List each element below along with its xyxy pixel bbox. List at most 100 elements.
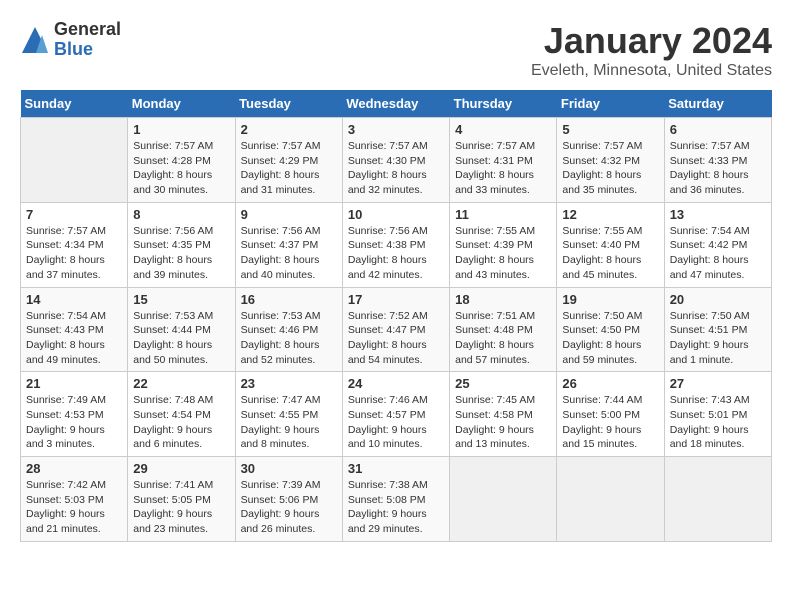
logo-blue: Blue	[54, 40, 121, 60]
day-info: Sunrise: 7:39 AM Sunset: 5:06 PM Dayligh…	[241, 478, 337, 537]
day-info: Sunrise: 7:57 AM Sunset: 4:29 PM Dayligh…	[241, 139, 337, 198]
day-info: Sunrise: 7:54 AM Sunset: 4:43 PM Dayligh…	[26, 309, 122, 368]
calendar-cell: 20Sunrise: 7:50 AM Sunset: 4:51 PM Dayli…	[664, 287, 771, 372]
day-info: Sunrise: 7:52 AM Sunset: 4:47 PM Dayligh…	[348, 309, 444, 368]
day-number: 22	[133, 376, 229, 391]
weekday-header: Saturday	[664, 90, 771, 118]
weekday-header: Sunday	[21, 90, 128, 118]
day-number: 24	[348, 376, 444, 391]
day-info: Sunrise: 7:38 AM Sunset: 5:08 PM Dayligh…	[348, 478, 444, 537]
page-header: General Blue January 2024 Eveleth, Minne…	[20, 20, 772, 80]
calendar-cell	[21, 118, 128, 203]
calendar-cell: 14 Sunrise: 7:54 AM Sunset: 4:43 PM Dayli…	[21, 287, 128, 372]
calendar-cell: 17 Sunrise: 7:52 AM Sunset: 4:47 PM Dayli…	[342, 287, 449, 372]
weekday-header: Wednesday	[342, 90, 449, 118]
day-number: 4	[455, 122, 551, 137]
logo-icon	[20, 25, 50, 55]
calendar-cell: 15 Sunrise: 7:53 AM Sunset: 4:44 PM Dayli…	[128, 287, 235, 372]
calendar-cell: 26 Sunrise: 7:44 AM Sunset: 5:00 PM Dayli…	[557, 372, 664, 457]
day-number: 3	[348, 122, 444, 137]
day-info: Sunrise: 7:56 AM Sunset: 4:35 PM Dayligh…	[133, 224, 229, 283]
calendar-cell: 11Sunrise: 7:55 AM Sunset: 4:39 PM Dayli…	[450, 202, 557, 287]
day-info: Sunrise: 7:49 AM Sunset: 4:53 PM Dayligh…	[26, 393, 122, 452]
day-number: 17	[348, 292, 444, 307]
calendar-cell: 3 Sunrise: 7:57 AM Sunset: 4:30 PM Daylig…	[342, 118, 449, 203]
day-number: 19	[562, 292, 658, 307]
calendar-cell: 10 Sunrise: 7:56 AM Sunset: 4:38 PM Dayli…	[342, 202, 449, 287]
day-number: 27	[670, 376, 766, 391]
day-info: Sunrise: 7:57 AM Sunset: 4:33 PM Dayligh…	[670, 139, 766, 198]
calendar-cell	[664, 457, 771, 542]
day-number: 5	[562, 122, 658, 137]
calendar-cell: 12 Sunrise: 7:55 AM Sunset: 4:40 PM Dayli…	[557, 202, 664, 287]
day-number: 21	[26, 376, 122, 391]
day-number: 31	[348, 461, 444, 476]
day-number: 15	[133, 292, 229, 307]
title-block: January 2024 Eveleth, Minnesota, United …	[531, 20, 772, 80]
calendar-cell: 4 Sunrise: 7:57 AM Sunset: 4:31 PM Daylig…	[450, 118, 557, 203]
day-info: Sunrise: 7:55 AM Sunset: 4:40 PM Dayligh…	[562, 224, 658, 283]
calendar-cell: 25Sunrise: 7:45 AM Sunset: 4:58 PM Dayli…	[450, 372, 557, 457]
weekday-header: Monday	[128, 90, 235, 118]
calendar-cell: 28 Sunrise: 7:42 AM Sunset: 5:03 PM Dayli…	[21, 457, 128, 542]
calendar-cell: 29Sunrise: 7:41 AM Sunset: 5:05 PM Dayli…	[128, 457, 235, 542]
day-number: 7	[26, 207, 122, 222]
day-info: Sunrise: 7:55 AM Sunset: 4:39 PM Dayligh…	[455, 224, 551, 283]
day-info: Sunrise: 7:44 AM Sunset: 5:00 PM Dayligh…	[562, 393, 658, 452]
day-number: 2	[241, 122, 337, 137]
day-info: Sunrise: 7:57 AM Sunset: 4:34 PM Dayligh…	[26, 224, 122, 283]
day-number: 10	[348, 207, 444, 222]
day-info: Sunrise: 7:53 AM Sunset: 4:44 PM Dayligh…	[133, 309, 229, 368]
day-number: 14	[26, 292, 122, 307]
day-info: Sunrise: 7:57 AM Sunset: 4:31 PM Dayligh…	[455, 139, 551, 198]
day-number: 12	[562, 207, 658, 222]
weekday-header: Friday	[557, 90, 664, 118]
day-number: 6	[670, 122, 766, 137]
calendar-cell: 23Sunrise: 7:47 AM Sunset: 4:55 PM Dayli…	[235, 372, 342, 457]
calendar-cell: 16 Sunrise: 7:53 AM Sunset: 4:46 PM Dayli…	[235, 287, 342, 372]
day-number: 26	[562, 376, 658, 391]
subtitle: Eveleth, Minnesota, United States	[531, 62, 772, 80]
calendar-week-row: 7 Sunrise: 7:57 AM Sunset: 4:34 PM Daylig…	[21, 202, 772, 287]
day-info: Sunrise: 7:57 AM Sunset: 4:30 PM Dayligh…	[348, 139, 444, 198]
day-info: Sunrise: 7:51 AM Sunset: 4:48 PM Dayligh…	[455, 309, 551, 368]
calendar-cell: 24Sunrise: 7:46 AM Sunset: 4:57 PM Dayli…	[342, 372, 449, 457]
calendar-week-row: 21 Sunrise: 7:49 AM Sunset: 4:53 PM Dayli…	[21, 372, 772, 457]
day-info: Sunrise: 7:53 AM Sunset: 4:46 PM Dayligh…	[241, 309, 337, 368]
calendar-week-row: 1Sunrise: 7:57 AM Sunset: 4:28 PM Daylig…	[21, 118, 772, 203]
calendar-cell: 13Sunrise: 7:54 AM Sunset: 4:42 PM Dayli…	[664, 202, 771, 287]
day-number: 29	[133, 461, 229, 476]
calendar-cell: 30 Sunrise: 7:39 AM Sunset: 5:06 PM Dayli…	[235, 457, 342, 542]
calendar-cell: 7 Sunrise: 7:57 AM Sunset: 4:34 PM Daylig…	[21, 202, 128, 287]
day-info: Sunrise: 7:43 AM Sunset: 5:01 PM Dayligh…	[670, 393, 766, 452]
calendar-cell: 9Sunrise: 7:56 AM Sunset: 4:37 PM Daylig…	[235, 202, 342, 287]
calendar-table: SundayMondayTuesdayWednesdayThursdayFrid…	[20, 90, 772, 542]
day-info: Sunrise: 7:45 AM Sunset: 4:58 PM Dayligh…	[455, 393, 551, 452]
day-number: 30	[241, 461, 337, 476]
main-title: January 2024	[531, 20, 772, 62]
calendar-cell	[450, 457, 557, 542]
calendar-cell: 27 Sunrise: 7:43 AM Sunset: 5:01 PM Dayli…	[664, 372, 771, 457]
day-info: Sunrise: 7:56 AM Sunset: 4:38 PM Dayligh…	[348, 224, 444, 283]
calendar-cell: 21 Sunrise: 7:49 AM Sunset: 4:53 PM Dayli…	[21, 372, 128, 457]
calendar-week-row: 28 Sunrise: 7:42 AM Sunset: 5:03 PM Dayli…	[21, 457, 772, 542]
day-number: 13	[670, 207, 766, 222]
calendar-cell	[557, 457, 664, 542]
logo-general: General	[54, 20, 121, 40]
calendar-cell: 1Sunrise: 7:57 AM Sunset: 4:28 PM Daylig…	[128, 118, 235, 203]
calendar-cell: 8 Sunrise: 7:56 AM Sunset: 4:35 PM Daylig…	[128, 202, 235, 287]
day-info: Sunrise: 7:42 AM Sunset: 5:03 PM Dayligh…	[26, 478, 122, 537]
logo-text: General Blue	[54, 20, 121, 60]
day-info: Sunrise: 7:50 AM Sunset: 4:50 PM Dayligh…	[562, 309, 658, 368]
calendar-cell: 18Sunrise: 7:51 AM Sunset: 4:48 PM Dayli…	[450, 287, 557, 372]
calendar-cell: 31 Sunrise: 7:38 AM Sunset: 5:08 PM Dayli…	[342, 457, 449, 542]
day-number: 8	[133, 207, 229, 222]
day-info: Sunrise: 7:57 AM Sunset: 4:32 PM Dayligh…	[562, 139, 658, 198]
day-number: 16	[241, 292, 337, 307]
day-number: 28	[26, 461, 122, 476]
day-info: Sunrise: 7:50 AM Sunset: 4:51 PM Dayligh…	[670, 309, 766, 368]
weekday-header: Tuesday	[235, 90, 342, 118]
calendar-cell: 19 Sunrise: 7:50 AM Sunset: 4:50 PM Dayli…	[557, 287, 664, 372]
day-number: 9	[241, 207, 337, 222]
weekday-header: Thursday	[450, 90, 557, 118]
